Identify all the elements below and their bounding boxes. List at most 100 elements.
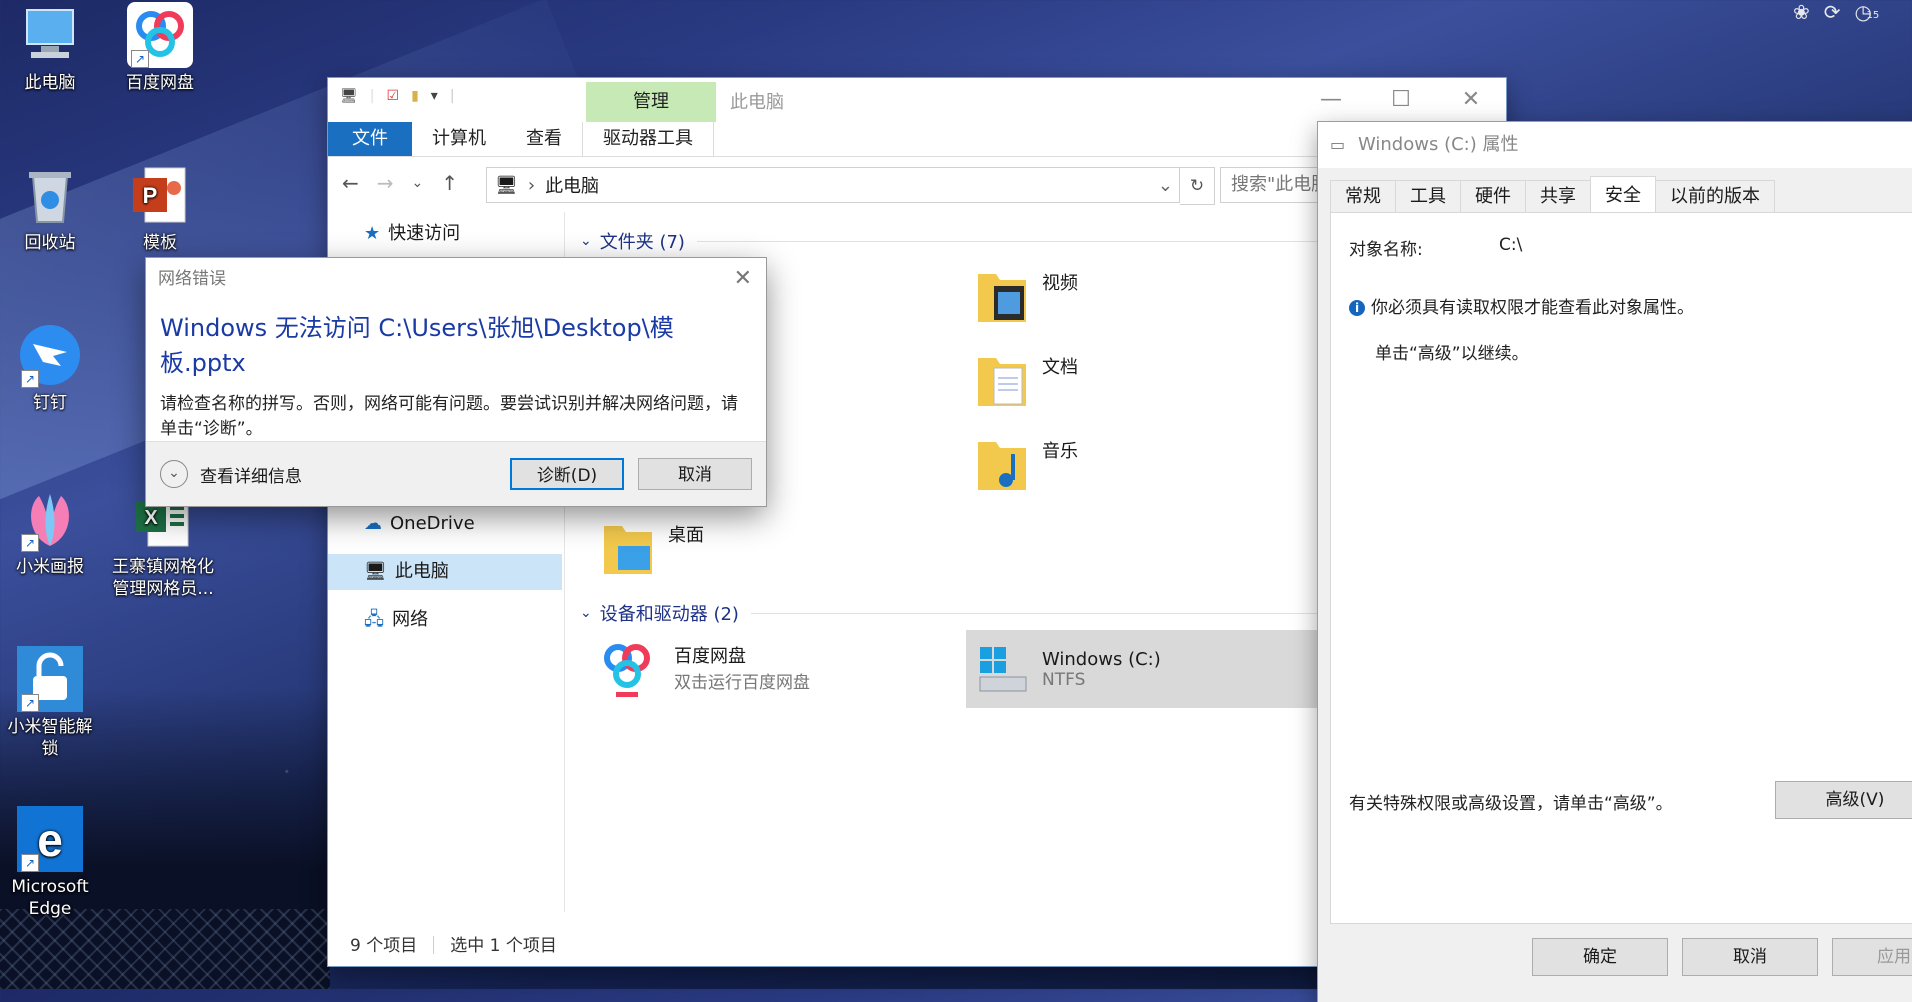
shortcut-arrow-icon: ↗ (21, 694, 39, 712)
address-dropdown-icon[interactable]: ⌄ (1158, 175, 1173, 196)
tab-previous-versions[interactable]: 以前的版本 (1655, 180, 1775, 213)
sync-icon[interactable]: ⟳ (1824, 0, 1841, 24)
tab-drive-tools[interactable]: 驱动器工具 (582, 122, 714, 156)
desktop-icon-label: 此电脑 (24, 73, 76, 93)
tab-sharing[interactable]: 共享 (1525, 180, 1591, 213)
wallpaper-fence (0, 909, 330, 989)
ok-button[interactable]: 确定 (1532, 938, 1668, 976)
svg-text:e: e (37, 814, 63, 866)
desktop-icon-label: 百度网盘 (126, 73, 194, 93)
object-name-label: 对象名称: (1349, 240, 1423, 260)
clock-icon[interactable]: ◷ 15 (1855, 0, 1880, 24)
desktop-icon-mi-unlock[interactable]: ↗ 小米智能解锁 (0, 646, 100, 760)
address-bar[interactable]: 🖥 › 此电脑 ⌄ (486, 167, 1180, 203)
tile-label: 视频 (1042, 273, 1078, 294)
chevron-down-icon: ⌄ (580, 605, 592, 621)
tab-manage[interactable]: 管理 (586, 82, 716, 122)
details-label: 查看详细信息 (200, 466, 302, 487)
dingtalk-icon: ↗ (17, 322, 83, 388)
video-folder-icon (976, 264, 1028, 324)
folder-tile-music[interactable]: 音乐 (976, 432, 1078, 492)
info-icon: i (1349, 300, 1365, 316)
chevron-down-icon: ⌄ (580, 233, 592, 249)
shortcut-arrow-icon: ↗ (21, 534, 39, 552)
tulip-icon[interactable]: ❀ (1793, 0, 1810, 24)
advanced-hint: 有关特殊权限或高级设置，请单击“高级”。 (1349, 794, 1673, 814)
desktop-icon-recycle-bin[interactable]: 回收站 (0, 162, 100, 254)
clock-badge: 15 (1866, 10, 1880, 21)
desktop-icon-label: 钉钉 (33, 393, 67, 413)
nav-this-pc[interactable]: 🖥 此电脑 (328, 554, 562, 590)
desktop-icon-template[interactable]: P 模板 (110, 162, 210, 254)
device-tile-baidu[interactable]: 百度网盘 双击运行百度网盘 (594, 634, 810, 700)
maximize-icon[interactable]: ☐ (1366, 78, 1436, 122)
computer-icon (17, 2, 83, 68)
tab-computer[interactable]: 计算机 (412, 122, 506, 156)
desktop-icon-mi-wallpaper[interactable]: ↗ 小米画报 (0, 486, 100, 578)
forward-icon[interactable]: → (377, 171, 394, 195)
desktop-icon-label: 回收站 (24, 233, 76, 253)
properties-titlebar: ▭ Windows (C:) 属性 (1318, 122, 1912, 168)
nav-label: OneDrive (390, 513, 475, 534)
tab-tools[interactable]: 工具 (1395, 180, 1461, 213)
diagnose-button[interactable]: 诊断(D) (510, 458, 624, 490)
back-icon[interactable]: ← (342, 171, 359, 195)
computer-icon: 🖥 (364, 561, 387, 582)
computer-icon: 🖥 (340, 88, 358, 104)
tile-label: 桌面 (668, 525, 704, 546)
group-title: 设备和驱动器 (2) (599, 604, 739, 625)
folder-tile-desktop[interactable]: 桌面 (602, 516, 704, 576)
folder-tile-documents[interactable]: 文档 (976, 348, 1078, 408)
expand-icon: ⌄ (160, 460, 188, 488)
close-icon[interactable]: ✕ (734, 258, 752, 300)
nav-label: 快速访问 (388, 223, 461, 244)
item-count: 9 个项目 (350, 936, 418, 956)
desktop-icon-label: 王寨镇网格化管理网格员... (112, 557, 214, 599)
baidu-netdisk-icon (594, 634, 660, 700)
window-title: 此电脑 (730, 92, 784, 113)
device-tile-windows-c[interactable]: Windows (C:) NTFS (966, 630, 1366, 708)
folder-tile-videos[interactable]: 视频 (976, 264, 1078, 324)
tab-hardware[interactable]: 硬件 (1460, 180, 1526, 213)
powerpoint-file-icon: P (127, 162, 193, 228)
minimize-icon[interactable]: — (1296, 78, 1366, 122)
nav-onedrive[interactable]: ☁ OneDrive (364, 506, 475, 542)
up-icon[interactable]: ↑ (441, 171, 458, 195)
tab-security[interactable]: 安全 (1590, 176, 1656, 213)
drive-icon: ▭ (1330, 135, 1346, 154)
breadcrumb-chevron-icon[interactable]: › (528, 175, 535, 196)
explorer-titlebar: 🖥 | ☑ ▮ ▾ | 管理 此电脑 — ☐ ✕ (328, 78, 1506, 122)
close-icon[interactable]: ✕ (1436, 78, 1506, 122)
desktop-icon-dingtalk[interactable]: ↗ 钉钉 (0, 322, 100, 414)
object-name-value: C:\ (1499, 235, 1523, 255)
network-error-dialog: 网络错误 ✕ Windows 无法访问 C:\Users\张旭\Desktop\… (146, 258, 766, 506)
drive-icon (976, 643, 1028, 695)
svg-text:P: P (143, 183, 158, 208)
nav-buttons: ← → ⌄ ↑ (342, 171, 458, 195)
tab-general[interactable]: 常规 (1330, 180, 1396, 213)
nav-quick-access[interactable]: ★ 快速访问 (364, 216, 460, 252)
cancel-button[interactable]: 取消 (1682, 938, 1818, 976)
desktop-icon-this-pc[interactable]: 此电脑 (0, 2, 100, 94)
chevron-down-icon[interactable]: ▾ (431, 88, 438, 104)
new-folder-icon[interactable]: ▮ (411, 88, 419, 104)
cloud-icon: ☁ (364, 513, 382, 534)
properties-icon[interactable]: ☑ (387, 88, 400, 104)
cancel-button[interactable]: 取消 (638, 458, 752, 490)
advanced-button[interactable]: 高级(V) (1775, 781, 1912, 819)
tile-label: 文档 (1042, 357, 1078, 378)
desktop-icon-edge[interactable]: e ↗ Microsoft Edge (0, 806, 100, 920)
see-details-toggle[interactable]: ⌄ 查看详细信息 (160, 460, 302, 488)
continue-hint: 单击“高级”以继续。 (1375, 344, 1529, 364)
unlock-icon: ↗ (17, 646, 83, 712)
breadcrumb-this-pc[interactable]: 此电脑 (545, 172, 599, 198)
apply-button[interactable]: 应用(A) (1832, 938, 1912, 976)
refresh-icon[interactable]: ↻ (1180, 167, 1215, 205)
nav-network[interactable]: 🖧 网络 (364, 602, 428, 638)
window-controls: — ☐ ✕ (1296, 78, 1506, 122)
desktop-folder-icon (602, 516, 654, 576)
tab-view[interactable]: 查看 (506, 122, 582, 156)
recent-locations-icon[interactable]: ⌄ (412, 175, 424, 195)
desktop-icon-baidu-netdisk[interactable]: ↗ 百度网盘 (110, 2, 210, 94)
tab-file[interactable]: 文件 (328, 122, 412, 156)
